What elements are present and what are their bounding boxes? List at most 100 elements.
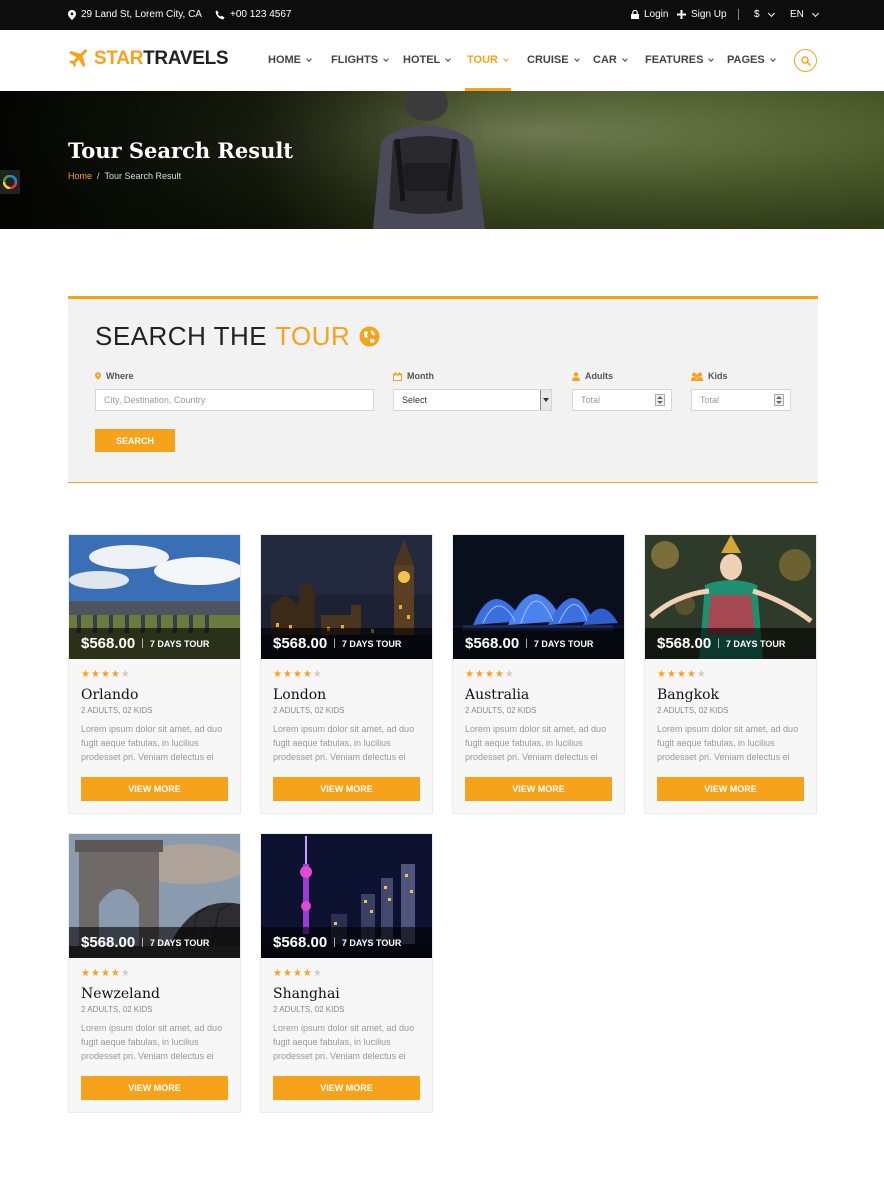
signup-link[interactable]: Sign Up (677, 9, 727, 20)
search-submit-button[interactable]: SEARCH (95, 429, 175, 452)
chevron-down-icon (622, 55, 628, 62)
plus-icon (677, 10, 686, 19)
nav-label: FLIGHTS (331, 54, 379, 66)
nav-item-hotel[interactable]: HOTEL (403, 54, 452, 66)
header-search-button[interactable] (794, 49, 817, 72)
language-label: EN (790, 9, 804, 20)
tour-duration: 7 DAYS TOUR (341, 937, 402, 948)
globe-icon (359, 326, 380, 347)
view-more-button[interactable]: VIEW MORE (273, 1076, 420, 1100)
price-bar: $568.00 | 7 DAYS TOUR (261, 927, 432, 958)
star-filled-icon: ★ (292, 968, 303, 979)
logo-text-travels: TRAVELS (143, 48, 229, 69)
kids-label-text: Kids (708, 371, 728, 381)
tour-name[interactable]: Newzeland (81, 986, 160, 1002)
dropdown-arrow-icon (540, 390, 551, 410)
price-separator: | (717, 638, 720, 649)
nav-item-car[interactable]: CAR (593, 54, 628, 66)
airplane-icon (69, 49, 88, 68)
month-select[interactable]: Select (393, 389, 552, 411)
view-more-button[interactable]: VIEW MORE (273, 777, 420, 801)
breadcrumb-home-link[interactable]: Home (68, 171, 92, 181)
map-pin-icon (95, 372, 101, 380)
login-link[interactable]: Login (631, 9, 668, 20)
number-spinner-icon[interactable] (655, 394, 665, 406)
tour-name[interactable]: Bangkok (657, 687, 719, 703)
tour-guests: 2 ADULTS, 02 KIDS (657, 706, 729, 715)
star-empty-icon: ★ (504, 669, 515, 680)
currency-selector[interactable]: $ (754, 9, 775, 20)
nav-item-cruise[interactable]: CRUISE (527, 54, 580, 66)
chevron-down-icon (767, 9, 775, 17)
login-label: Login (644, 9, 669, 20)
nav-item-flights[interactable]: FLIGHTS (331, 54, 389, 66)
nav-label: FEATURES (645, 54, 704, 66)
chevron-down-icon (306, 55, 312, 62)
tour-guests: 2 ADULTS, 02 KIDS (273, 706, 345, 715)
where-placeholder: City, Destination, Country (104, 395, 206, 405)
tour-card-shanghai: $568.00 | 7 DAYS TOUR ★★★★★ Shanghai 2 ADU… (260, 833, 433, 1113)
view-more-button[interactable]: VIEW MORE (657, 777, 804, 801)
nav-item-tour[interactable]: TOUR (467, 54, 509, 66)
tour-description: Lorem ipsum dolor sit amet, ad duo fugit… (273, 1023, 415, 1061)
star-filled-icon: ★ (81, 968, 91, 979)
tour-search-panel: SEARCH THE TOUR Where City, Destination,… (68, 296, 818, 483)
view-more-button[interactable]: VIEW MORE (81, 1076, 228, 1100)
nav-item-pages[interactable]: PAGES (727, 54, 776, 66)
star-filled-icon: ★ (302, 968, 313, 979)
site-logo[interactable]: STARTRAVELS (68, 48, 229, 70)
kids-placeholder: Total (700, 395, 720, 405)
star-filled-icon: ★ (302, 669, 313, 680)
price-bar: $568.00 | 7 DAYS TOUR (453, 628, 624, 659)
price-separator: | (333, 937, 336, 948)
tour-name[interactable]: Shanghai (273, 986, 340, 1002)
view-more-button[interactable]: VIEW MORE (81, 777, 228, 801)
kids-input[interactable]: Total (691, 389, 791, 411)
view-more-button[interactable]: VIEW MORE (465, 777, 612, 801)
nav-label: CAR (593, 54, 617, 66)
star-rating: ★★★★★ (81, 968, 131, 979)
star-empty-icon: ★ (312, 968, 323, 979)
tour-name[interactable]: London (273, 687, 326, 703)
chevron-down-icon (708, 55, 715, 62)
tour-duration: 7 DAYS TOUR (533, 638, 594, 649)
chevron-down-icon (811, 9, 819, 17)
star-filled-icon: ★ (666, 669, 677, 680)
chevron-down-icon (573, 55, 580, 62)
nav-item-features[interactable]: FEATURES (645, 54, 715, 66)
month-label-text: Month (407, 371, 434, 381)
nav-item-home[interactable]: HOME (268, 54, 312, 66)
tour-description: Lorem ipsum dolor sit amet, ad duo fugit… (273, 724, 415, 762)
star-empty-icon: ★ (120, 669, 131, 680)
tour-duration: 7 DAYS TOUR (149, 937, 210, 948)
tour-price: $568.00 (657, 635, 712, 652)
tour-name[interactable]: Australia (465, 687, 529, 703)
adults-placeholder: Total (581, 395, 601, 405)
price-bar: $568.00 | 7 DAYS TOUR (261, 628, 432, 659)
color-switcher-toggle[interactable] (0, 170, 20, 194)
star-rating: ★★★★★ (657, 669, 707, 680)
nav-label: HOME (268, 54, 301, 66)
price-bar: $568.00 | 7 DAYS TOUR (69, 628, 240, 659)
tour-duration: 7 DAYS TOUR (725, 638, 786, 649)
star-filled-icon: ★ (494, 669, 505, 680)
nav-label: HOTEL (403, 54, 441, 66)
language-selector[interactable]: EN (790, 9, 819, 20)
tour-name[interactable]: Orlando (81, 687, 138, 703)
search-title-text: SEARCH THE (95, 321, 268, 351)
star-filled-icon: ★ (90, 968, 101, 979)
kids-label: Kids (691, 371, 728, 381)
adults-input[interactable]: Total (572, 389, 672, 411)
where-input[interactable]: City, Destination, Country (95, 389, 374, 411)
chevron-down-icon (445, 55, 452, 62)
phone-icon (215, 10, 225, 19)
where-label-text: Where (106, 371, 134, 381)
nav-label: TOUR (467, 54, 498, 66)
star-filled-icon: ★ (110, 968, 121, 979)
star-filled-icon: ★ (273, 968, 283, 979)
tour-price: $568.00 (81, 635, 136, 652)
tour-guests: 2 ADULTS, 02 KIDS (273, 1005, 345, 1014)
page-hero: Tour Search Result Home / Tour Search Resu… (0, 91, 884, 229)
number-spinner-icon[interactable] (774, 394, 784, 406)
chevron-down-icon (503, 55, 509, 62)
